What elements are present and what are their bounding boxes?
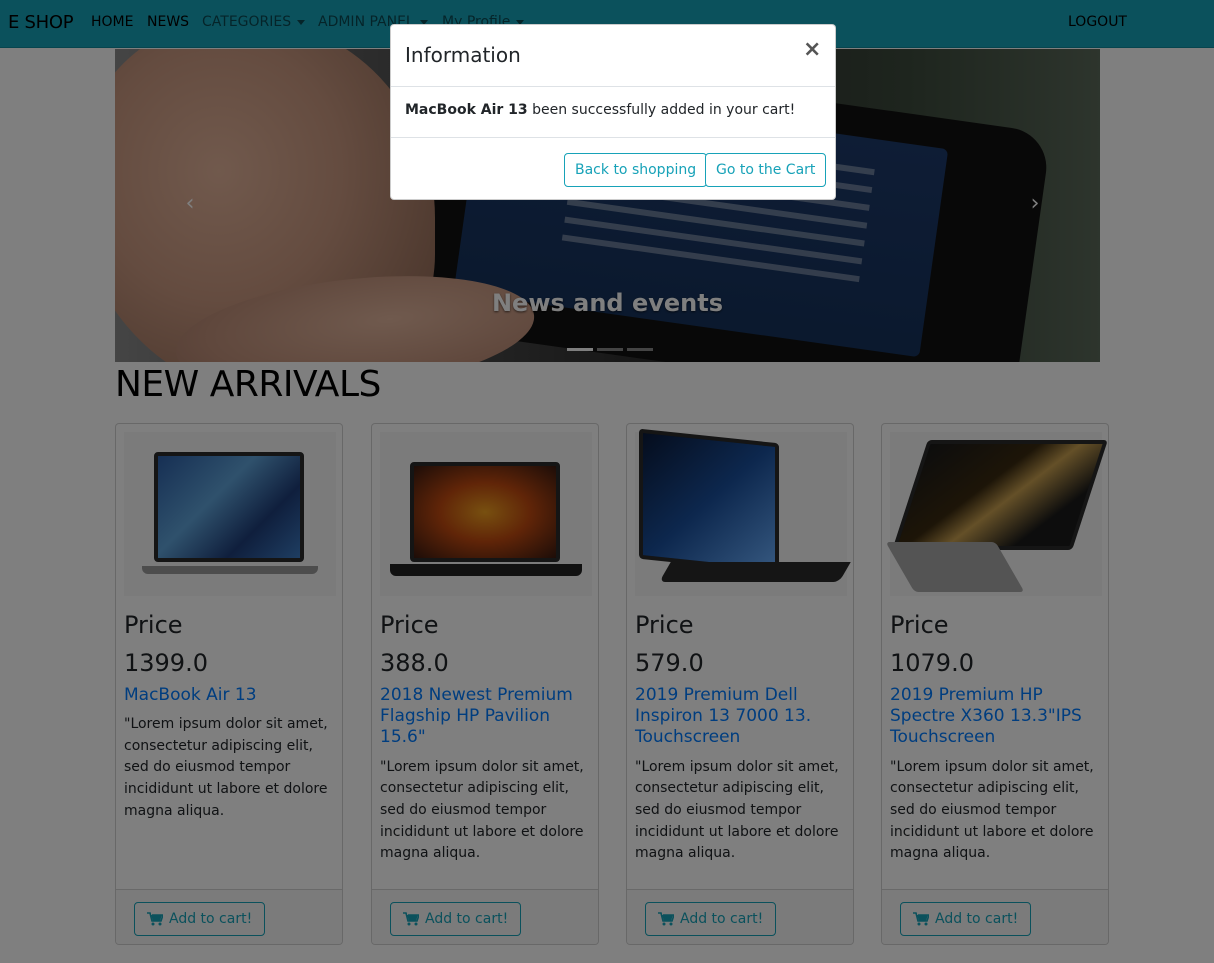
- modal-message-text: been successfully added in your cart!: [527, 102, 796, 118]
- close-icon[interactable]: ×: [803, 39, 821, 61]
- modal-product-name: MacBook Air 13: [405, 102, 528, 118]
- information-modal: Information × MacBook Air 13 been succes…: [390, 24, 836, 200]
- modal-title: Information: [405, 43, 521, 67]
- modal-footer: Back to shopping Go to the Cart: [391, 137, 835, 199]
- back-to-shopping-button[interactable]: Back to shopping: [564, 153, 708, 187]
- modal-message: MacBook Air 13 been successfully added i…: [405, 102, 795, 118]
- modal-header: Information ×: [391, 25, 835, 87]
- go-to-cart-button[interactable]: Go to the Cart: [705, 153, 827, 187]
